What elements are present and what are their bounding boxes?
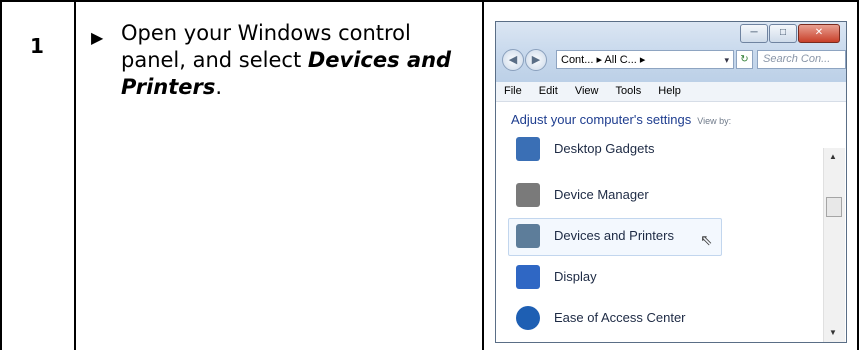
list-item-display[interactable]: Display (506, 258, 818, 296)
ease-of-access-icon (516, 306, 540, 330)
item-label: Ease of Access Center (554, 310, 686, 325)
device-manager-icon (516, 183, 540, 207)
heading-text: Adjust your computer's settings (511, 112, 692, 127)
mouse-cursor-icon: ⇖ (700, 232, 713, 249)
instruction-text-after: . (215, 75, 223, 99)
close-button[interactable]: ✕ (798, 24, 840, 43)
window-controls: ─ □ ✕ (739, 24, 840, 43)
table-border-left (0, 0, 2, 350)
item-label: Display (554, 269, 597, 284)
item-label: Desktop Gadgets (554, 141, 655, 156)
refresh-button[interactable]: ↻ (736, 50, 753, 69)
vertical-scrollbar[interactable]: ▲ ▼ (823, 148, 845, 342)
instruction-text: Open your Windows control panel, and sel… (121, 20, 461, 101)
minimize-button[interactable]: ─ (740, 24, 768, 43)
view-by-label[interactable]: View by: (697, 116, 731, 126)
address-bar[interactable]: Cont... ▸ All C... ▸ ▾ (556, 50, 734, 69)
menu-tools[interactable]: Tools (616, 85, 642, 97)
list-item-ease-of-access[interactable]: Ease of Access Center (506, 299, 818, 337)
address-text: Cont... ▸ All C... ▸ (561, 54, 646, 66)
display-icon (516, 265, 540, 289)
maximize-button[interactable]: □ (769, 24, 797, 43)
table-divider-1 (74, 0, 76, 350)
title-bar: ─ □ ✕ ◀ ▶ Cont... ▸ All C... ▸ ▾ ↻ Searc… (496, 22, 846, 82)
table-divider-2 (482, 0, 484, 350)
list-item-device-manager[interactable]: Device Manager (506, 176, 818, 214)
control-panel-screenshot: ─ □ ✕ ◀ ▶ Cont... ▸ All C... ▸ ▾ ↻ Searc… (495, 21, 847, 343)
list-item-desktop-gadgets[interactable]: Desktop Gadgets (506, 130, 818, 168)
gadgets-icon (516, 137, 540, 161)
step-number: 1 (30, 34, 44, 58)
item-label: Device Manager (554, 187, 649, 202)
list-item-devices-and-printers[interactable]: Devices and Printers ⇖ (506, 217, 818, 256)
table-border-top (0, 0, 859, 2)
navigation-row: ◀ ▶ Cont... ▸ All C... ▸ ▾ ↻ Search Con.… (502, 48, 846, 72)
forward-button[interactable]: ▶ (525, 49, 547, 71)
menu-bar: File Edit View Tools Help (496, 82, 846, 102)
scroll-thumb[interactable] (826, 197, 842, 217)
menu-view[interactable]: View (575, 85, 599, 97)
scroll-down-icon[interactable]: ▼ (829, 328, 837, 337)
printer-icon (516, 224, 540, 248)
page-heading: Adjust your computer's settings View by: (511, 112, 731, 127)
menu-edit[interactable]: Edit (539, 85, 558, 97)
menu-help[interactable]: Help (658, 85, 681, 97)
item-label: Devices and Printers (554, 228, 674, 243)
search-input[interactable]: Search Con... (757, 50, 846, 69)
scroll-up-icon[interactable]: ▲ (829, 152, 837, 161)
menu-file[interactable]: File (504, 85, 522, 97)
control-panel-items: Desktop Gadgets Device Manager Devices a… (506, 137, 818, 342)
chevron-down-icon[interactable]: ▾ (724, 51, 729, 68)
back-button[interactable]: ◀ (502, 49, 524, 71)
bullet-icon: ▶ (91, 28, 104, 47)
